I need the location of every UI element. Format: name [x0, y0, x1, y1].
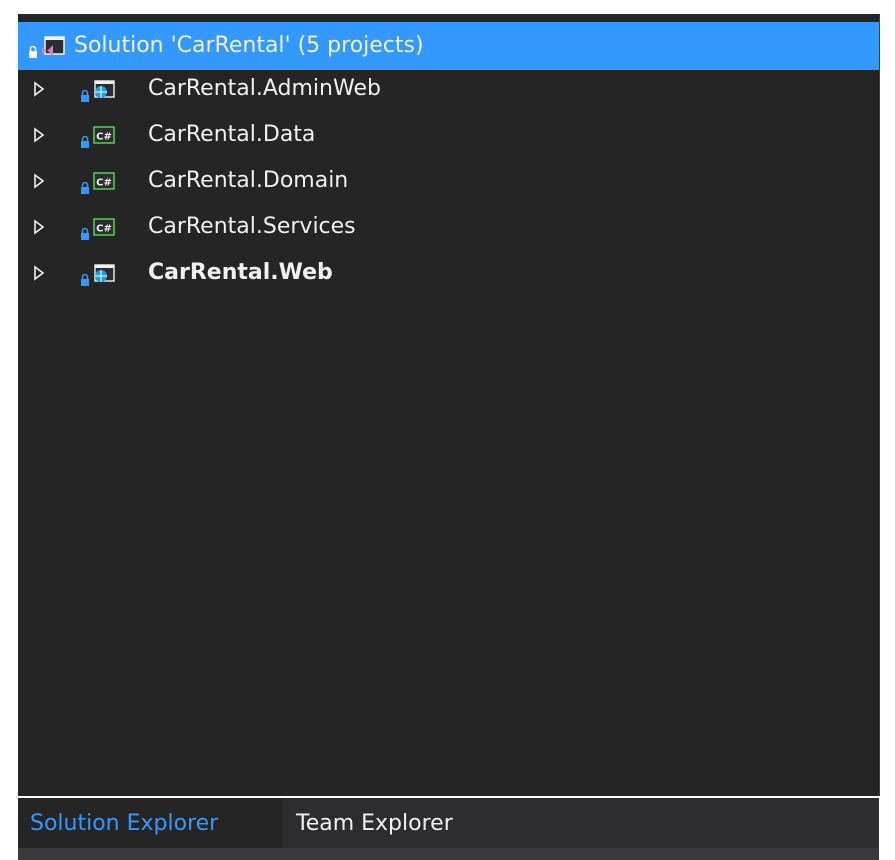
project-item-web[interactable]: CarRental.Web: [18, 250, 879, 296]
lock-icon: [80, 175, 90, 194]
project-label: CarRental.Data: [148, 122, 316, 147]
project-item-data[interactable]: C# CarRental.Data: [18, 112, 879, 158]
web-project-icon: [92, 263, 115, 283]
solution-root-item[interactable]: Solution 'CarRental' (5 projects): [18, 22, 879, 70]
expand-arrow-icon[interactable]: [30, 218, 48, 236]
tab-team-explorer[interactable]: Team Explorer: [284, 798, 516, 848]
csharp-project-icon: C#: [92, 171, 115, 191]
lock-icon: [80, 83, 90, 102]
project-label: CarRental.AdminWeb: [148, 76, 381, 101]
project-label: CarRental.Domain: [148, 168, 349, 193]
lock-icon: [80, 129, 90, 148]
tab-solution-explorer[interactable]: Solution Explorer: [18, 798, 282, 848]
lock-icon: [80, 221, 90, 240]
visual-studio-solution-icon: [40, 35, 65, 56]
svg-text:C#: C#: [96, 132, 112, 143]
svg-text:C#: C#: [96, 178, 112, 189]
explorer-tab-strip: Solution Explorer Team Explorer: [18, 798, 879, 848]
csharp-project-icon: C#: [92, 125, 115, 145]
csharp-project-icon: C#: [92, 217, 115, 237]
project-label: CarRental.Services: [148, 214, 356, 239]
svg-text:C#: C#: [96, 224, 112, 235]
project-item-services[interactable]: C# CarRental.Services: [18, 204, 879, 250]
expand-arrow-icon[interactable]: [30, 264, 48, 282]
project-label-startup: CarRental.Web: [148, 260, 333, 285]
solution-title: Solution 'CarRental' (5 projects): [74, 33, 424, 58]
project-item-domain[interactable]: C# CarRental.Domain: [18, 158, 879, 204]
window-frame: Solution 'CarRental' (5 projects) CarRen…: [0, 0, 895, 860]
lock-icon: [28, 39, 38, 58]
expand-arrow-icon[interactable]: [30, 172, 48, 190]
lock-icon: [80, 267, 90, 286]
expand-arrow-icon[interactable]: [30, 80, 48, 98]
bottom-border: [18, 848, 879, 860]
solution-explorer-panel: Solution 'CarRental' (5 projects) CarRen…: [18, 14, 880, 796]
project-item-adminweb[interactable]: CarRental.AdminWeb: [18, 66, 879, 112]
expand-arrow-icon[interactable]: [30, 126, 48, 144]
web-project-icon: [92, 79, 115, 99]
